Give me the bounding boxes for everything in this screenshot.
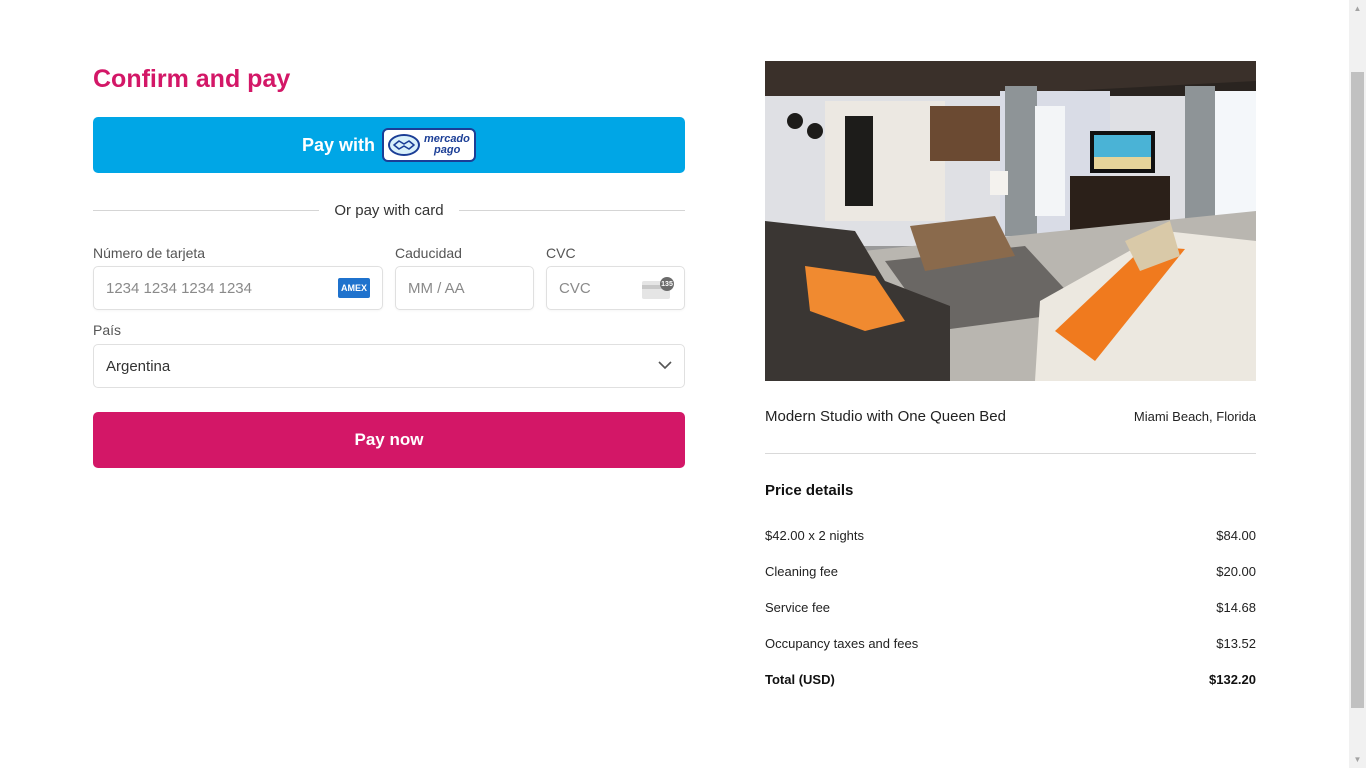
- listing-location: Miami Beach, Florida: [1133, 409, 1256, 424]
- price-row-label: Service fee: [765, 600, 831, 615]
- divider: [765, 453, 1256, 454]
- listing-name: Modern Studio with One Queen Bed: [765, 408, 1006, 425]
- card-number-field-wrapper: AMEX: [93, 266, 383, 310]
- price-row-label: $42.00 x 2 nights: [765, 528, 865, 543]
- country-selected-value: Argentina: [106, 357, 171, 375]
- cvc-card-icon: 135: [642, 277, 674, 299]
- pay-with-mercadopago-button[interactable]: Pay with mercado pago: [93, 117, 685, 173]
- price-row: $42.00 x 2 nights $84.00: [765, 528, 1256, 543]
- chevron-down-icon: [658, 357, 672, 375]
- scroll-down-arrow-icon[interactable]: ▼: [1349, 751, 1366, 768]
- divider-label: Or pay with card: [334, 201, 444, 219]
- mercadopago-logo: mercado pago: [382, 128, 477, 162]
- checkout-page: Confirm and pay Pay with mercado pago Or…: [0, 0, 1349, 768]
- total-label: Total (USD): [765, 672, 835, 687]
- country-select[interactable]: Argentina: [93, 344, 685, 388]
- price-row-amount: $14.68: [1216, 600, 1256, 615]
- price-row-amount: $13.52: [1216, 636, 1256, 651]
- expiry-input[interactable]: [408, 279, 521, 297]
- price-row-amount: $84.00: [1216, 528, 1256, 543]
- total-amount: $132.20: [1209, 672, 1256, 687]
- pay-now-button[interactable]: Pay now: [93, 412, 685, 468]
- amex-card-icon: AMEX: [338, 278, 370, 298]
- price-row: Occupancy taxes and fees $13.52: [765, 636, 1256, 651]
- price-details-title: Price details: [765, 482, 854, 499]
- room-photo: [765, 61, 1256, 381]
- price-row-label: Occupancy taxes and fees: [765, 636, 919, 651]
- cvc-input[interactable]: [559, 279, 642, 297]
- expiry-field-wrapper: [395, 266, 534, 310]
- page-scrollbar[interactable]: ▲ ▼: [1349, 0, 1366, 768]
- card-number-label: Número de tarjeta: [93, 245, 206, 261]
- handshake-icon: [388, 134, 421, 156]
- cvc-badge: 135: [660, 277, 674, 291]
- page-title: Confirm and pay: [93, 65, 291, 93]
- price-row: Cleaning fee $20.00: [765, 564, 1256, 579]
- cvc-field-wrapper: 135: [546, 266, 685, 310]
- price-row: Service fee $14.68: [765, 600, 1256, 615]
- expiry-label: Caducidad: [395, 245, 462, 261]
- country-label: País: [93, 322, 122, 338]
- or-pay-with-card-divider: Or pay with card: [93, 201, 685, 219]
- price-total-row: Total (USD) $132.20: [765, 672, 1256, 687]
- card-number-input[interactable]: [106, 279, 338, 297]
- scroll-up-arrow-icon[interactable]: ▲: [1349, 0, 1366, 17]
- payment-form: Confirm and pay Pay with mercado pago Or…: [93, 60, 685, 468]
- price-row-amount: $20.00: [1216, 564, 1256, 579]
- pay-with-label: Pay with: [301, 134, 376, 155]
- booking-summary: Modern Studio with One Queen Bed Miami B…: [765, 61, 1256, 687]
- cvc-label: CVC: [546, 245, 576, 261]
- scrollbar-thumb[interactable]: [1351, 72, 1364, 708]
- mercadopago-logo-word-2: pago: [434, 144, 461, 156]
- price-row-label: Cleaning fee: [765, 564, 838, 579]
- listing-info: Modern Studio with One Queen Bed Miami B…: [765, 408, 1256, 425]
